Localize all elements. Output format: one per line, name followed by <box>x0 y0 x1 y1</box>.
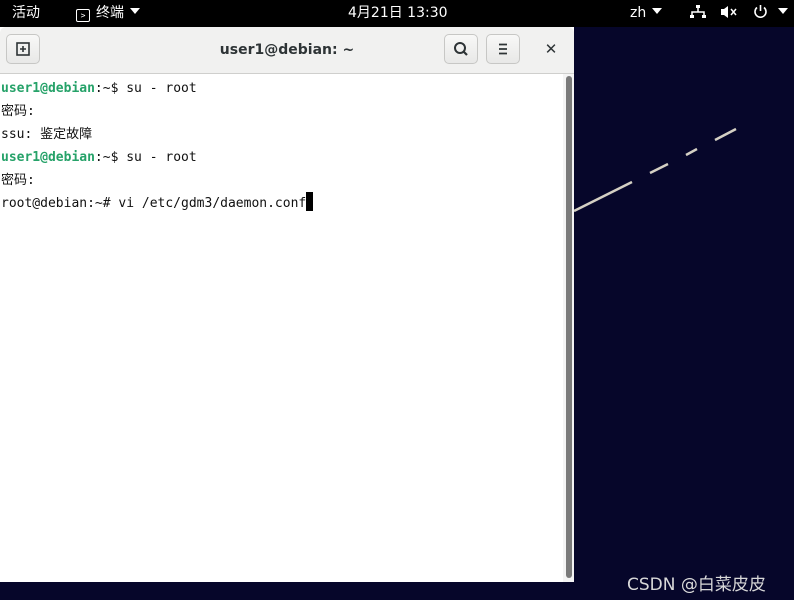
prompt-command: :~$ su - root <box>94 81 197 96</box>
terminal-output[interactable]: user1@debian:~$ su - root 密码: ssu: 鉴定故障 … <box>0 74 562 582</box>
root-command: root@debian:~# vi /etc/gdm3/daemon.conf <box>1 196 307 211</box>
terminal-line: user1@debian:~$ su - root <box>1 146 197 169</box>
terminal-line: 密码: <box>1 104 35 119</box>
terminal-line: 密码: <box>1 173 35 188</box>
watermark: CSDN @白菜皮皮 <box>627 575 766 595</box>
terminal-line: root@debian:~# vi /etc/gdm3/daemon.conf <box>1 192 314 215</box>
search-icon <box>454 42 468 56</box>
window-header-bar[interactable]: user1@debian: ~ ✕ <box>0 27 574 74</box>
close-button[interactable]: ✕ <box>538 34 564 64</box>
hamburger-menu-icon <box>499 43 507 55</box>
scrollbar-thumb[interactable] <box>566 76 572 578</box>
new-tab-button[interactable] <box>6 34 40 64</box>
menu-button[interactable] <box>486 34 520 64</box>
new-tab-icon <box>16 42 30 56</box>
text-cursor <box>306 192 314 211</box>
terminal-window: user1@debian: ~ ✕ user1@debian:~$ su - r… <box>0 27 574 582</box>
search-button[interactable] <box>444 34 478 64</box>
terminal-line: ssu: 鉴定故障 <box>1 127 93 142</box>
prompt-user-host: user1@debian <box>1 81 95 96</box>
terminal-line: user1@debian:~$ su - root <box>1 77 197 100</box>
prompt-command: :~$ su - root <box>94 150 197 165</box>
prompt-user-host: user1@debian <box>1 150 95 165</box>
vertical-scrollbar[interactable] <box>563 74 574 582</box>
